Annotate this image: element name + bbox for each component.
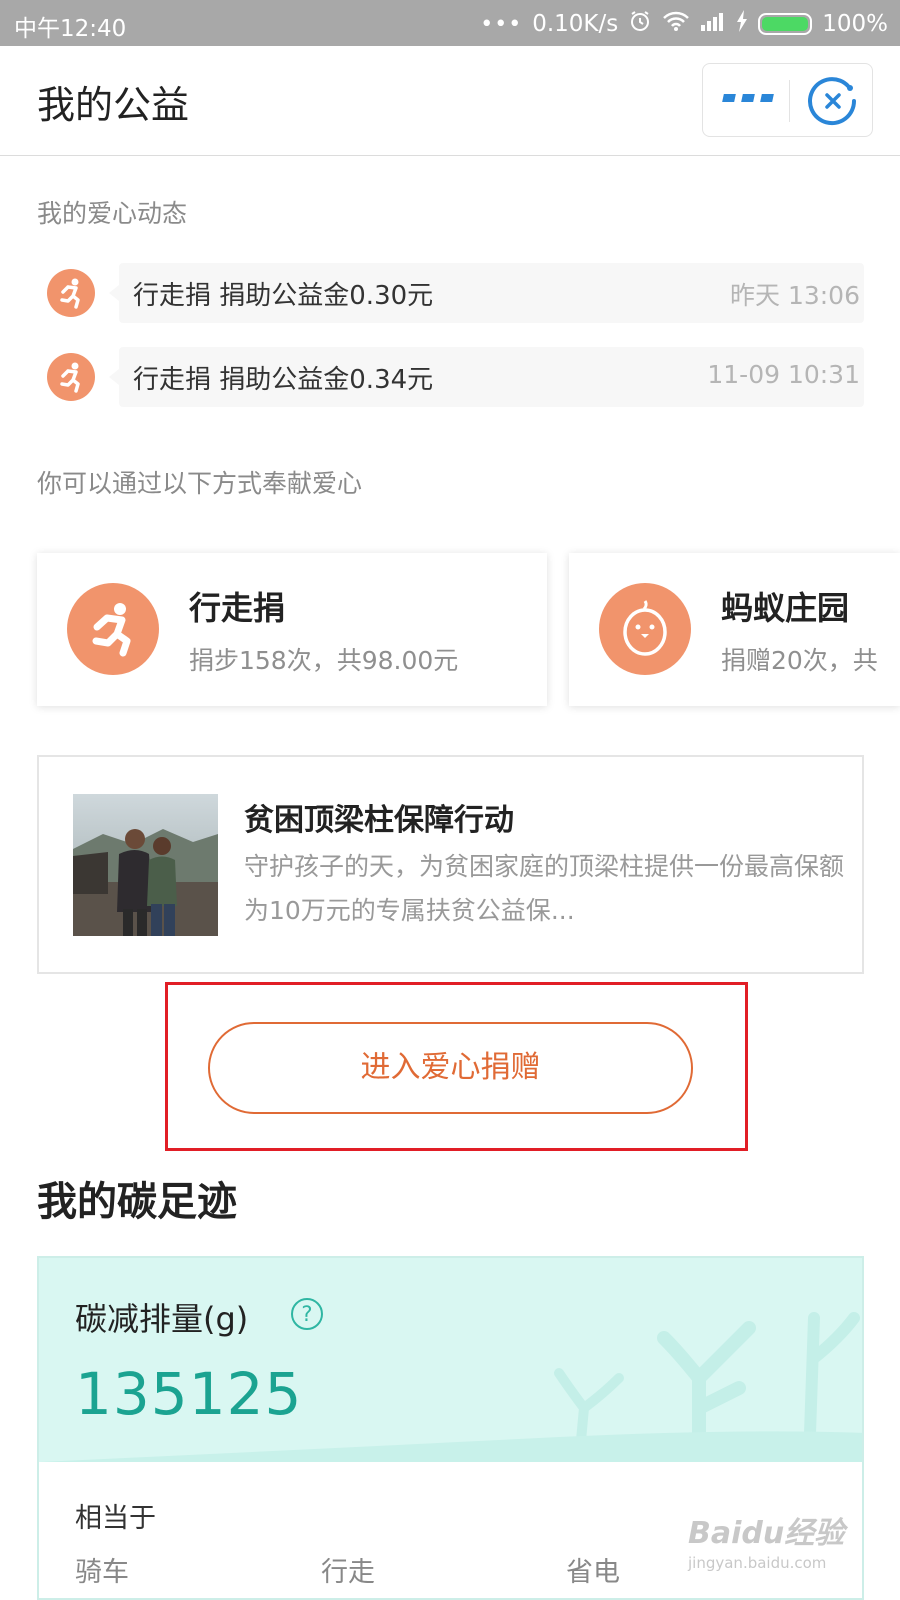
page-title: 我的公益 (37, 83, 190, 127)
walking-person-icon (47, 269, 95, 317)
watermark-url: jingyan.baidu.com (688, 1554, 827, 1572)
help-icon[interactable]: ? (291, 1298, 323, 1330)
walking-person-icon (47, 353, 95, 401)
network-speed: 0.10K/s (532, 11, 619, 37)
status-right: ••• 0.10K/s 100% (480, 9, 888, 39)
status-time: 中午12:40 (14, 16, 127, 42)
carbon-summary: 碳减排量(g) ? 135125 (39, 1258, 862, 1462)
watermark: Baidu经验 jingyan.baidu.com (688, 1508, 844, 1572)
carbon-label: 碳减排量(g) (75, 1300, 249, 1338)
nav-bar: 我的公益 (0, 46, 900, 156)
chick-icon (599, 583, 691, 675)
equivalent-walking: 行走 (321, 1557, 375, 1588)
method-subtitle: 捐赠20次，共 (721, 646, 878, 675)
wifi-icon (662, 10, 690, 38)
activity-text: 行走捐 捐助公益金0.30元 (133, 281, 434, 311)
watermark-logo: Baidu经验 (688, 1516, 845, 1551)
close-icon[interactable] (808, 76, 858, 126)
activity-time: 昨天 13:06 (730, 281, 860, 310)
battery-percent: 100% (822, 11, 888, 37)
equivalent-cycling: 骑车 (75, 1557, 129, 1588)
signal-icon (700, 11, 726, 37)
carbon-value: 135125 (75, 1360, 303, 1428)
method-title: 行走捐 (189, 589, 286, 627)
activity-text: 行走捐 捐助公益金0.34元 (133, 365, 434, 395)
activity-item[interactable]: 行走捐 捐助公益金0.30元 昨天 13:06 (47, 263, 864, 323)
carbon-heading: 我的碳足迹 (37, 1179, 237, 1225)
equivalent-label: 相当于 (75, 1503, 156, 1534)
activity-bubble: 行走捐 捐助公益金0.34元 11-09 10:31 (109, 347, 864, 407)
project-photo (73, 794, 218, 936)
status-dots: ••• (480, 11, 523, 37)
charging-icon (736, 10, 748, 38)
alarm-icon (628, 9, 652, 39)
mini-program-capsule (702, 63, 873, 137)
enter-donation-button[interactable]: 进入爱心捐赠 (208, 1022, 693, 1114)
method-title: 蚂蚁庄园 (721, 589, 850, 627)
status-bar: 中午12:40 ••• 0.10K/s 100% (0, 0, 900, 46)
running-person-icon (67, 583, 159, 675)
project-card[interactable]: 贫困顶梁柱保障行动 守护孩子的天，为贫困家庭的顶梁柱提供一份最高保额为10万元的… (37, 755, 864, 974)
activity-section-label: 我的爱心动态 (37, 199, 188, 228)
project-description: 守护孩子的天，为贫困家庭的顶梁柱提供一份最高保额为10万元的专属扶贫公益保... (244, 852, 845, 925)
activity-item[interactable]: 行走捐 捐助公益金0.34元 11-09 10:31 (47, 347, 864, 407)
project-title: 贫困顶梁柱保障行动 (244, 803, 514, 838)
methods-section-label: 你可以通过以下方式奉献爱心 (37, 469, 363, 498)
equivalent-electricity: 省电 (566, 1557, 620, 1588)
more-icon[interactable] (722, 94, 774, 106)
activity-bubble: 行走捐 捐助公益金0.30元 昨天 13:06 (109, 263, 864, 323)
method-subtitle: 捐步158次，共98.00元 (189, 646, 459, 675)
activity-time: 11-09 10:31 (707, 360, 860, 389)
method-card-ant-farm[interactable]: 蚂蚁庄园 捐赠20次，共 (569, 553, 900, 706)
method-card-walking-donation[interactable]: 行走捐 捐步158次，共98.00元 (37, 553, 547, 706)
battery-icon (758, 13, 813, 35)
capsule-divider (789, 80, 790, 122)
